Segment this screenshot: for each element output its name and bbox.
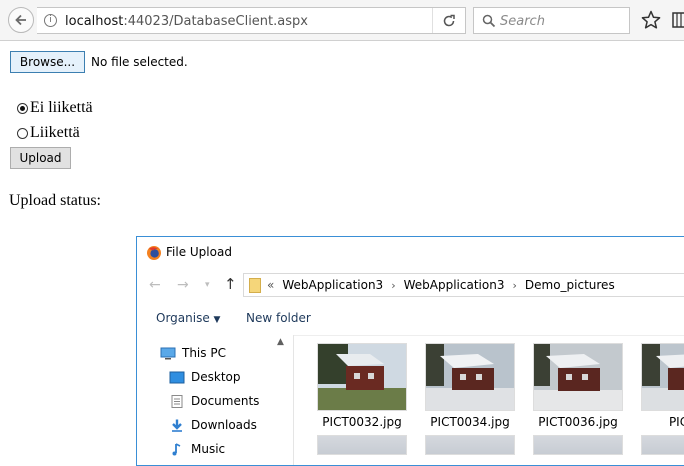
dialog-navigation-pane: ▲ This PC Desktop Documents Downloads Mu… <box>137 335 294 465</box>
nav-item-downloads[interactable]: Downloads <box>169 418 257 432</box>
radio-option-liiketta[interactable]: Liikettä <box>17 124 80 142</box>
dialog-nav-row: ← → ▾ ↑ « WebApplication3 › WebApplicati… <box>137 268 684 300</box>
nav-item-label: This PC <box>182 346 226 360</box>
library-icon[interactable] <box>672 11 684 29</box>
image-thumbnail <box>641 343 684 411</box>
file-name: PICT0034.jpg <box>430 415 510 429</box>
file-input-row: Browse... No file selected. <box>10 51 188 73</box>
address-bar[interactable]: i localhost:44023/DatabaseClient.aspx <box>37 7 466 34</box>
dialog-file-list: PICT0032.jpg PICT0034.jpg PICT0036.jpg P… <box>303 335 684 465</box>
dialog-command-bar: Organise ▼ New folder <box>137 301 684 336</box>
image-thumbnail <box>533 343 623 411</box>
url-text[interactable]: localhost:44023/DatabaseClient.aspx <box>65 14 308 29</box>
nav-item-label: Desktop <box>191 370 241 384</box>
file-upload-dialog: File Upload ← → ▾ ↑ « WebApplication3 › … <box>136 236 684 466</box>
radio-button[interactable] <box>17 127 28 139</box>
forward-arrow-icon[interactable]: → <box>177 277 189 293</box>
file-item-pict0038[interactable]: PICT0 <box>627 335 684 429</box>
radio-button-checked[interactable] <box>17 102 28 114</box>
chevron-down-icon: ▼ <box>213 315 221 325</box>
upload-button[interactable]: Upload <box>10 147 71 169</box>
nav-item-label: Music <box>191 442 226 456</box>
chevron-right-icon[interactable]: › <box>512 279 516 292</box>
file-item-pict0034[interactable]: PICT0034.jpg <box>411 335 515 429</box>
downloads-icon <box>172 419 182 432</box>
reload-icon[interactable] <box>432 8 465 33</box>
breadcrumb-item[interactable]: Demo_pictures <box>525 278 615 292</box>
organise-label: Organise <box>156 311 210 325</box>
nav-item-music[interactable]: Music <box>169 442 225 456</box>
computer-icon <box>160 347 176 359</box>
nav-item-documents[interactable]: Documents <box>169 394 259 408</box>
image-thumbnail <box>425 343 515 411</box>
search-placeholder: Search <box>500 14 545 29</box>
breadcrumb-overflow[interactable]: « <box>267 278 274 292</box>
folder-icon <box>249 278 261 293</box>
file-item-pict0032[interactable]: PICT0032.jpg <box>303 335 407 429</box>
file-name: PICT0 <box>668 415 684 429</box>
search-input[interactable]: Search <box>473 7 630 34</box>
info-icon[interactable]: i <box>44 14 57 27</box>
url-path: :44023/DatabaseClient.aspx <box>123 14 308 29</box>
up-arrow-icon[interactable]: ↑ <box>224 275 237 293</box>
browse-button[interactable]: Browse... <box>10 51 85 73</box>
scroll-up-icon[interactable]: ▲ <box>277 337 284 347</box>
bookmark-star-icon[interactable] <box>641 10 661 30</box>
breadcrumb-item[interactable]: WebApplication3 <box>282 278 383 292</box>
upload-status-label: Upload status: <box>9 192 101 209</box>
browser-toolbar: i localhost:44023/DatabaseClient.aspx Se… <box>0 0 684 41</box>
documents-icon <box>171 394 183 408</box>
file-status-text: No file selected. <box>91 55 188 69</box>
breadcrumb-item[interactable]: WebApplication3 <box>404 278 505 292</box>
nav-item-label: Downloads <box>191 418 257 432</box>
back-arrow-icon <box>15 14 26 26</box>
chevron-right-icon[interactable]: › <box>391 279 395 292</box>
nav-item-this-pc[interactable]: This PC <box>160 346 226 360</box>
image-thumbnail[interactable] <box>533 435 623 455</box>
dialog-title-bar[interactable]: File Upload <box>137 237 684 267</box>
dialog-title: File Upload <box>166 245 232 259</box>
nav-item-label: Documents <box>191 394 260 408</box>
radio-label: Liikettä <box>30 124 80 141</box>
radio-label: Ei liikettä <box>30 99 93 116</box>
file-name: PICT0032.jpg <box>322 415 402 429</box>
new-folder-button[interactable]: New folder <box>246 311 311 325</box>
dialog-address-bar[interactable]: « WebApplication3 › WebApplication3 › De… <box>243 273 684 297</box>
image-thumbnail[interactable] <box>425 435 515 455</box>
firefox-icon <box>147 246 161 260</box>
search-icon <box>482 14 496 28</box>
recent-locations-icon[interactable]: ▾ <box>205 280 210 290</box>
breadcrumb: « WebApplication3 › WebApplication3 › De… <box>267 278 615 292</box>
image-thumbnail[interactable] <box>317 435 407 455</box>
image-thumbnail[interactable] <box>641 435 684 455</box>
organise-button[interactable]: Organise ▼ <box>156 311 220 325</box>
image-thumbnail <box>317 343 407 411</box>
radio-option-ei-liiketta[interactable]: Ei liikettä <box>17 99 93 117</box>
back-button[interactable] <box>8 7 34 33</box>
url-host: localhost <box>65 14 124 29</box>
nav-item-desktop[interactable]: Desktop <box>169 370 241 384</box>
file-item-pict0036[interactable]: PICT0036.jpg <box>519 335 623 429</box>
music-icon <box>172 442 181 455</box>
file-name: PICT0036.jpg <box>538 415 618 429</box>
back-arrow-icon[interactable]: ← <box>149 277 161 293</box>
desktop-icon <box>169 371 185 383</box>
